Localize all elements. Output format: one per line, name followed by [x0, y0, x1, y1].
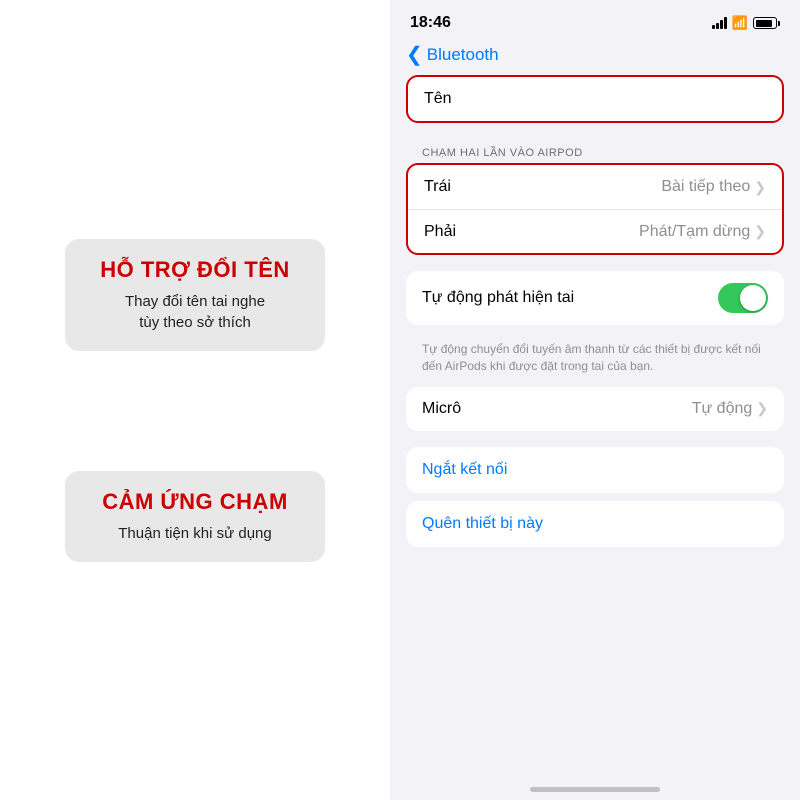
- touch-info-box: CẢM ỨNG CHẠM Thuận tiện khi sử dụng: [65, 471, 325, 562]
- ios-screen: 18:46 📶 ❮ Bluetooth Tên: [390, 0, 800, 800]
- auto-detect-toggle[interactable]: [718, 283, 768, 313]
- left-value: Bài tiếp theo ❯: [661, 178, 766, 196]
- back-chevron-icon: ❮: [406, 42, 423, 67]
- disconnect-row[interactable]: Ngắt kết nối: [406, 447, 784, 493]
- auto-detect-description: Tự động chuyển đổi tuyến âm thanh từ các…: [406, 341, 784, 387]
- right-label: Phải: [424, 223, 456, 241]
- double-tap-section: CHẠM HAI LẦN VÀO AIRPOD Trái Bài tiếp th…: [406, 139, 784, 255]
- mic-value: Tự động ❯: [692, 400, 768, 418]
- back-button[interactable]: ❮ Bluetooth: [406, 42, 499, 67]
- navigation-bar: ❮ Bluetooth: [390, 38, 800, 75]
- forget-row[interactable]: Quên thiết bị này: [406, 501, 784, 547]
- name-label: Tên: [424, 90, 452, 108]
- touch-desc: Thuận tiện khi sử dụng: [89, 523, 301, 544]
- right-chevron-icon: ❯: [754, 223, 766, 240]
- left-panel: HỖ TRỢ ĐỔI TÊN Thay đổi tên tai nghetùy …: [0, 0, 390, 800]
- toggle-knob: [740, 285, 766, 311]
- left-chevron-icon: ❯: [754, 179, 766, 196]
- mic-chevron-icon: ❯: [756, 400, 768, 417]
- disconnect-card: Ngắt kết nối: [406, 447, 784, 493]
- home-indicator: [530, 787, 660, 792]
- rename-desc: Thay đổi tên tai nghetùy theo sở thích: [89, 291, 301, 333]
- double-tap-header: CHẠM HAI LẦN VÀO AIRPOD: [406, 139, 784, 163]
- rename-info-box: HỖ TRỢ ĐỔI TÊN Thay đổi tên tai nghetùy …: [65, 239, 325, 351]
- wifi-icon: 📶: [732, 15, 748, 31]
- left-label: Trái: [424, 178, 451, 196]
- right-airpod-row[interactable]: Phải Phát/Tạm dừng ❯: [408, 209, 782, 253]
- auto-detect-row[interactable]: Tự động phát hiện tai: [406, 271, 784, 325]
- rename-title: HỖ TRỢ ĐỔI TÊN: [89, 257, 301, 283]
- auto-detect-label: Tự động phát hiện tai: [422, 289, 574, 307]
- auto-detect-card: Tự động phát hiện tai: [406, 271, 784, 325]
- settings-content: Tên CHẠM HAI LẦN VÀO AIRPOD Trái Bài tiế…: [390, 75, 800, 555]
- status-bar: 18:46 📶: [390, 0, 800, 38]
- battery-icon: [753, 17, 780, 29]
- status-icons: 📶: [712, 15, 780, 31]
- microphone-card: Micrô Tự động ❯: [406, 387, 784, 431]
- mic-label: Micrô: [422, 400, 461, 418]
- touch-title: CẢM ỨNG CHẠM: [89, 489, 301, 515]
- double-tap-card: Trái Bài tiếp theo ❯ Phải Phát/Tạm dừng …: [406, 163, 784, 255]
- back-label: Bluetooth: [427, 45, 499, 65]
- signal-icon: [712, 17, 727, 29]
- left-airpod-row[interactable]: Trái Bài tiếp theo ❯: [408, 165, 782, 209]
- time-display: 18:46: [410, 14, 451, 32]
- name-card: Tên: [406, 75, 784, 123]
- name-row[interactable]: Tên: [408, 77, 782, 121]
- microphone-row[interactable]: Micrô Tự động ❯: [406, 387, 784, 431]
- right-value: Phát/Tạm dừng ❯: [639, 223, 766, 241]
- forget-card: Quên thiết bị này: [406, 501, 784, 547]
